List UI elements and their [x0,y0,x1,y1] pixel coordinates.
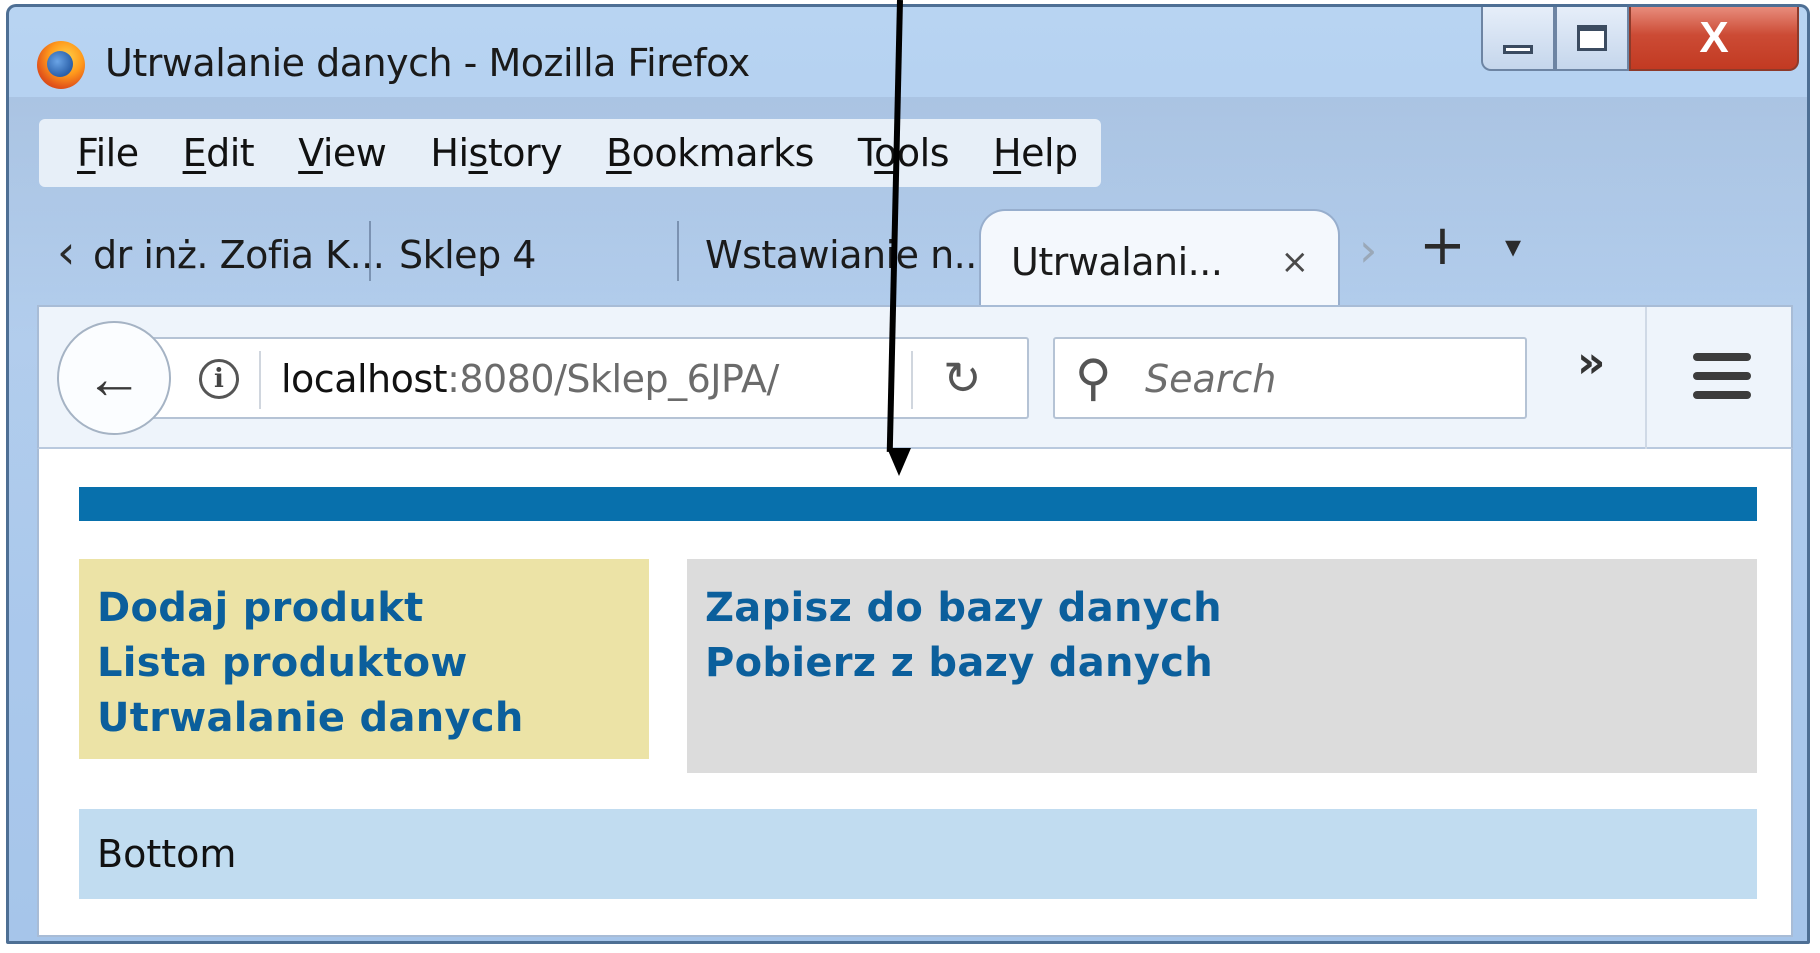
main-content-panel: Zapisz do bazy danych Pobierz z bazy dan… [687,559,1757,773]
link-lista-produktow[interactable]: Lista produktow [97,636,649,691]
new-tab-icon[interactable]: + [1419,213,1466,278]
page-footer: Bottom [79,809,1757,899]
link-pobierz-z-bazy[interactable]: Pobierz z bazy danych [705,636,1757,691]
toolbar-divider [1645,307,1647,449]
site-info-icon[interactable]: i [199,359,239,399]
reload-icon[interactable]: ↻ [943,351,982,405]
link-zapisz-do-bazy[interactable]: Zapisz do bazy danych [705,581,1757,636]
tab-separator [677,221,679,281]
navigation-toolbar: i localhost:8080/Sklep_6JPA/ ↻ ← ⚲ Searc… [37,305,1793,449]
left-navigation-panel: Dodaj produkt Lista produktow Utrwalanie… [79,559,649,759]
menu-edit[interactable]: Edit [161,131,277,175]
tab-utrwalanie-active[interactable]: Utrwalani... × [979,209,1341,313]
url-host: localhost [281,357,448,401]
annotation-arrow-head [887,448,911,476]
menu-view[interactable]: View [276,131,408,175]
tab-separator [369,221,371,281]
menu-help[interactable]: Help [971,131,1100,175]
link-utrwalanie-danych[interactable]: Utrwalanie danych [97,691,649,746]
tab-label: Sklep 4 [399,233,536,277]
hamburger-menu-icon[interactable] [1693,353,1751,399]
title-bar: Utrwalanie danych - Mozilla Firefox X [9,7,1807,119]
close-icon: X [1699,13,1729,62]
tab-sklep-4[interactable]: Sklep 4 [399,217,536,293]
page-content: Dodaj produkt Lista produktow Utrwalanie… [37,449,1793,937]
scroll-tabs-left-icon[interactable]: ‹ [57,225,75,279]
toolbar-overflow-icon[interactable]: » [1577,337,1605,388]
reload-divider [911,351,913,409]
footer-text: Bottom [97,832,237,876]
hamburger-line [1693,353,1751,361]
list-all-tabs-icon[interactable]: ▾ [1505,227,1521,265]
back-arrow-icon: ← [85,345,143,411]
tab-close-icon[interactable]: × [1280,242,1309,282]
url-divider [259,351,261,409]
tab-label: Utrwalani... [1011,240,1223,284]
close-window-button[interactable]: X [1629,7,1799,71]
minimize-button[interactable] [1481,7,1555,71]
tab-label: dr inż. Zofia K... [93,233,385,277]
url-path: :8080/Sklep_6JPA/ [447,357,779,401]
scroll-tabs-right-icon[interactable]: › [1359,223,1377,277]
search-icon: ⚲ [1075,349,1112,407]
menu-file[interactable]: File [55,131,161,175]
firefox-logo-icon [37,41,85,89]
back-button[interactable]: ← [57,321,171,435]
link-dodaj-produkt[interactable]: Dodaj produkt [97,581,649,636]
tab-wstawianie[interactable]: Wstawianie n... [705,217,989,293]
window-title: Utrwalanie danych - Mozilla Firefox [105,41,750,85]
menu-bookmarks[interactable]: Bookmarks [584,131,836,175]
hamburger-line [1693,391,1751,399]
menu-tools[interactable]: Tools [836,131,971,175]
tab-strip: ‹ dr inż. Zofia K... Sklep 4 Wstawianie … [9,203,1807,313]
maximize-icon [1577,25,1607,51]
menu-history[interactable]: History [408,131,584,175]
hamburger-line [1693,372,1751,380]
search-bar[interactable]: ⚲ Search [1053,337,1527,419]
tab-label: Wstawianie n... [705,233,989,277]
minimize-icon [1503,44,1533,54]
window-controls: X [1481,7,1799,73]
maximize-button[interactable] [1555,7,1629,71]
url-text[interactable]: localhost:8080/Sklep_6JPA/ [281,357,779,401]
tab-zofia[interactable]: dr inż. Zofia K... [93,217,385,293]
page-header-bar [79,487,1757,521]
menu-bar: File Edit View History Bookmarks Tools H… [39,119,1101,187]
search-placeholder: Search [1145,357,1277,401]
